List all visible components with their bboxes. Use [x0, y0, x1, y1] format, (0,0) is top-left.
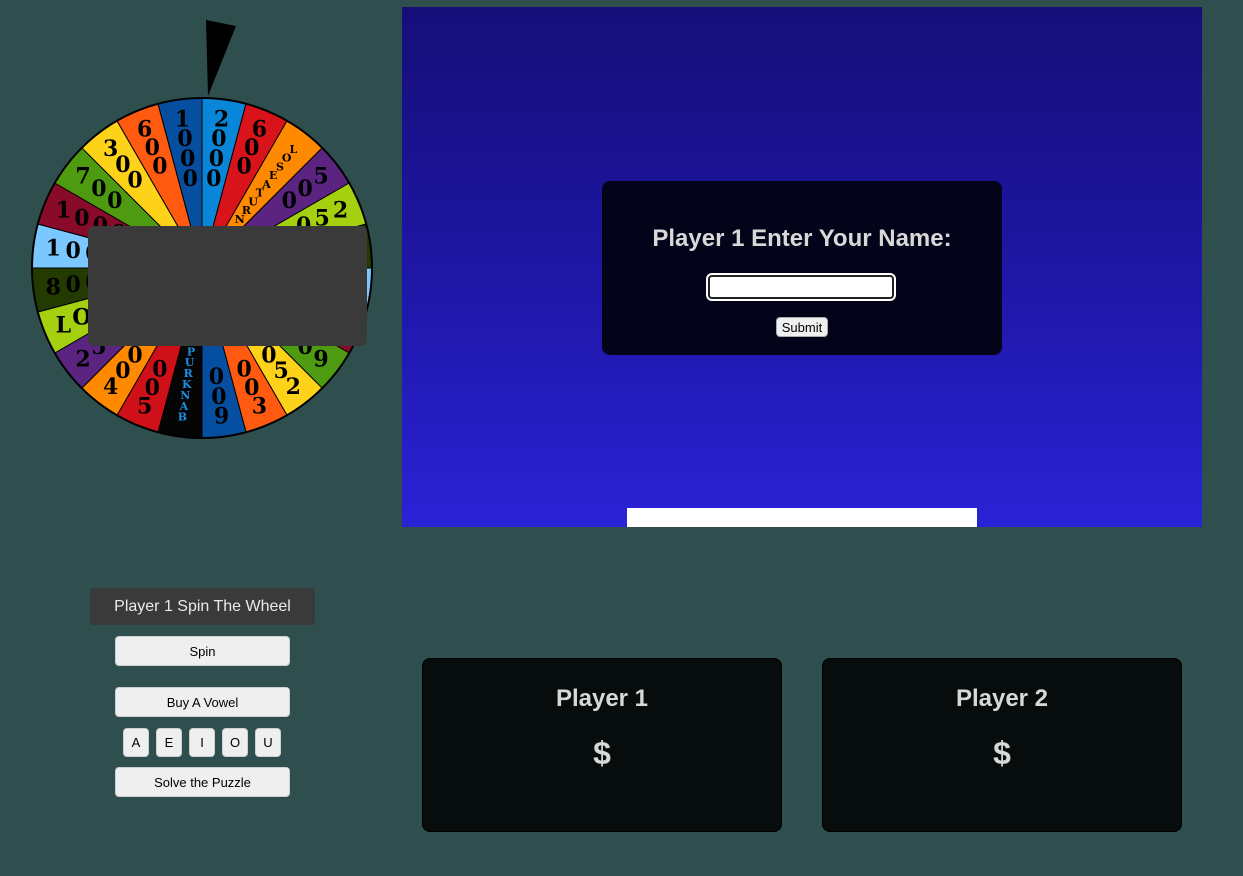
vowel-button-o[interactable]: O	[222, 728, 248, 757]
buy-vowel-button[interactable]: Buy A Vowel	[115, 687, 290, 717]
wheel-pointer-icon	[206, 20, 236, 96]
solve-puzzle-button[interactable]: Solve the Puzzle	[115, 767, 290, 797]
puzzle-board: Player 1 Enter Your Name: Submit	[402, 7, 1202, 527]
player-2-name: Player 2	[955, 685, 1049, 712]
spin-button[interactable]: Spin	[115, 636, 290, 666]
player-1-card: Player 1 $	[422, 658, 782, 832]
vowel-button-e[interactable]: E	[156, 728, 182, 757]
player-1-name: Player 1	[555, 685, 649, 712]
vowel-button-i[interactable]: I	[189, 728, 215, 757]
vowel-button-u[interactable]: U	[255, 728, 281, 757]
vowel-buttons: A E I O U	[123, 728, 281, 757]
player-1-money: $	[593, 735, 611, 771]
name-entry-dialog: Player 1 Enter Your Name: Submit	[602, 181, 1002, 355]
player-2-card: Player 2 $	[822, 658, 1182, 832]
player-2-money: $	[993, 735, 1011, 771]
name-prompt: Player 1 Enter Your Name:	[652, 225, 952, 252]
wheel-overlay-panel	[88, 226, 367, 346]
submit-name-button[interactable]: Submit	[776, 317, 828, 337]
turn-status: Player 1 Spin The Wheel	[90, 588, 315, 625]
vowel-button-a[interactable]: A	[123, 728, 149, 757]
player-name-input[interactable]	[706, 273, 896, 301]
prize-wheel: 2000600LOSEATURN500250500400300900250300…	[30, 18, 376, 442]
category-strip	[627, 508, 977, 527]
